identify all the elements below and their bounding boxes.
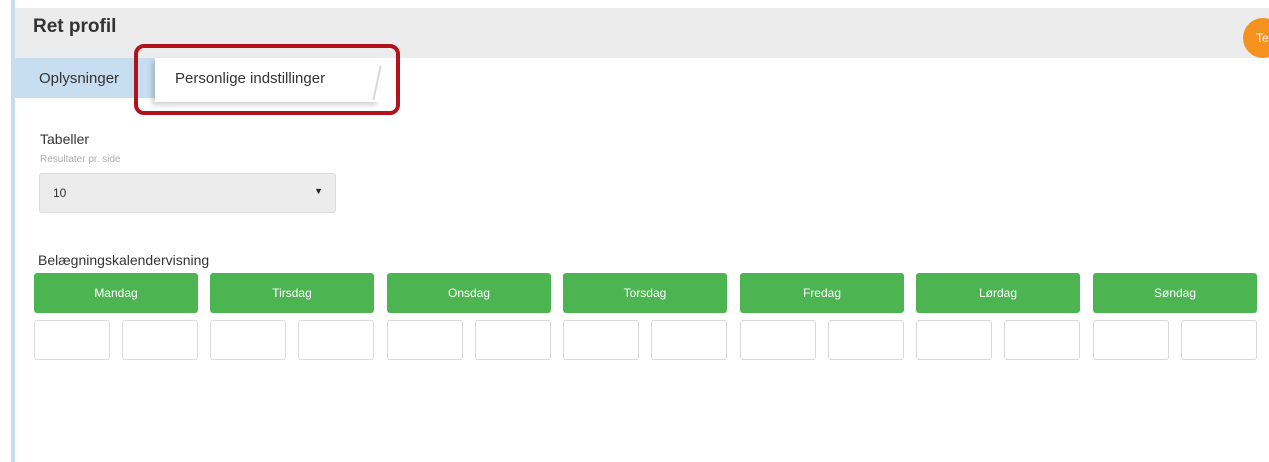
page-title: Ret profil [33,16,117,37]
tab-oplysninger-label: Oplysninger [39,70,120,87]
torsdag-from-input[interactable] [563,320,639,360]
tables-section-label: Tabeller [40,131,90,147]
calendar-section-label: Belægningskalendervisning [38,252,210,268]
caret-down-icon: ▼ [314,186,323,196]
page-header: Ret profil Te [15,8,1269,58]
fredag-to-input[interactable] [828,320,904,360]
sondag-from-input[interactable] [1093,320,1169,360]
fredag-from-input[interactable] [740,320,816,360]
mandag-from-input[interactable] [34,320,110,360]
results-per-page-label: Resultater pr. side [40,154,121,165]
day-button-onsdag[interactable]: Onsdag [387,273,551,313]
onsdag-to-input[interactable] [475,320,551,360]
day-column-sondag: Søndag [1093,273,1257,360]
day-button-torsdag[interactable]: Torsdag [563,273,727,313]
mandag-to-input[interactable] [122,320,198,360]
day-column-onsdag: Onsdag [387,273,551,360]
day-button-fredag[interactable]: Fredag [740,273,904,313]
day-column-mandag: Mandag [34,273,198,360]
tirsdag-from-input[interactable] [210,320,286,360]
tab-personlige-indstillinger[interactable]: Personlige indstillinger [155,58,380,102]
day-button-sondag[interactable]: Søndag [1093,273,1257,313]
lordag-from-input[interactable] [916,320,992,360]
day-button-lordag[interactable]: Lørdag [916,273,1080,313]
tirsdag-to-input[interactable] [298,320,374,360]
day-button-mandag[interactable]: Mandag [34,273,198,313]
torsdag-to-input[interactable] [651,320,727,360]
lordag-to-input[interactable] [1004,320,1080,360]
weekday-grid: Mandag Tirsdag Onsdag Torsdag Fredag Lør… [34,273,1258,361]
day-button-tirsdag[interactable]: Tirsdag [210,273,374,313]
tab-personlige-indstillinger-label: Personlige indstillinger [175,70,326,87]
day-column-torsdag: Torsdag [563,273,727,360]
day-column-tirsdag: Tirsdag [210,273,374,360]
results-per-page-select[interactable]: 10 ▼ [39,173,336,213]
day-column-fredag: Fredag [740,273,904,360]
sondag-to-input[interactable] [1181,320,1257,360]
user-avatar[interactable]: Te [1243,18,1269,58]
day-column-lordag: Lørdag [916,273,1080,360]
tab-oplysninger[interactable]: Oplysninger [15,58,155,98]
results-per-page-value: 10 [53,186,67,200]
onsdag-from-input[interactable] [387,320,463,360]
